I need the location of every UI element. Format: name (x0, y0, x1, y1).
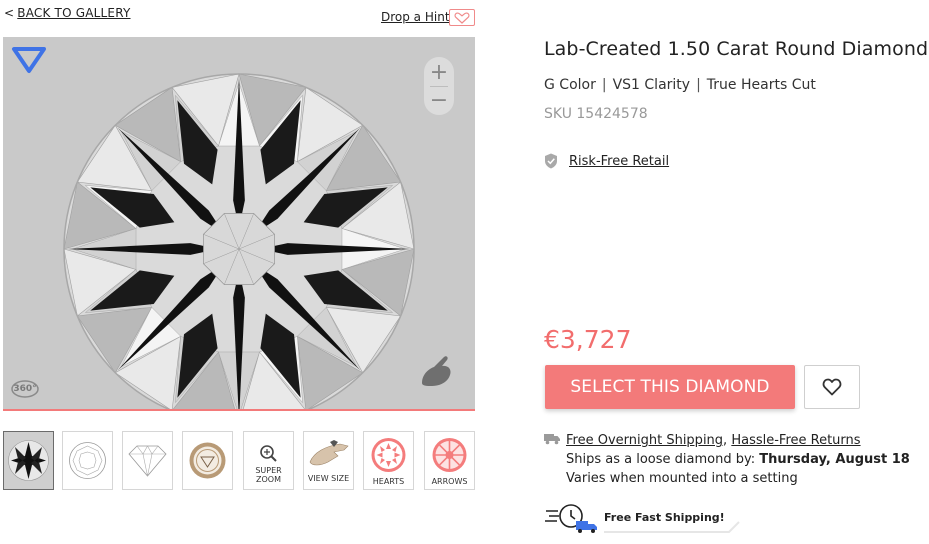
spin-360-icon[interactable]: 360° (9, 375, 41, 401)
product-title: Lab-Created 1.50 Carat Round Diamond (544, 38, 929, 60)
arrows-label: ARROWS (431, 477, 468, 486)
spec-separator: | (601, 77, 607, 93)
diamond-photo (3, 37, 475, 409)
thumb-arrows[interactable]: ARROWS (424, 431, 475, 490)
super-zoom-label-line2: ZOOM (256, 475, 281, 484)
diamond-thumbnail-icon (4, 432, 53, 489)
product-specs: G Color | VS1 Clarity | True Hearts Cut (544, 77, 816, 93)
heart-outline-icon (822, 378, 842, 396)
shipping-info: Free Overnight Shipping, Hassle-Free Ret… (544, 431, 910, 488)
ships-by-line: Ships as a loose diamond by: Thursday, A… (566, 450, 910, 469)
hearts-label: HEARTS (372, 477, 405, 486)
thumb-top-diagram[interactable] (62, 431, 113, 490)
select-diamond-button[interactable]: SELECT THIS DIAMOND (545, 365, 795, 409)
thumbnail-strip: SUPER ZOOM VIEW SIZE HEARTS ARROWS (3, 431, 475, 491)
heart-outline-icon (454, 11, 470, 24)
shipping-comma: , (723, 433, 728, 448)
ships-by-label: Ships as a loose diamond by: (566, 452, 760, 467)
chevron-left-icon: < (4, 6, 15, 20)
risk-free-retail: Risk-Free Retail (544, 153, 669, 169)
clarity-grade: VS1 Clarity (612, 77, 691, 93)
view-size-label: VIEW SIZE (307, 474, 350, 483)
hand-size-icon (309, 440, 349, 466)
zoom-out-button[interactable]: − (424, 86, 454, 114)
truck-icon (544, 434, 560, 445)
spec-separator: | (696, 77, 701, 93)
ships-by-date: Thursday, August 18 (759, 452, 910, 467)
diamond-image-viewer[interactable]: + − 360° (3, 37, 475, 411)
top-view-diagram-icon (69, 442, 106, 479)
shield-check-icon (545, 153, 557, 169)
shipping-links-line: Free Overnight Shipping, Hassle-Free Ret… (566, 431, 910, 450)
hearts-pattern-icon (371, 438, 406, 472)
thumb-face-up[interactable] (3, 431, 54, 490)
hassle-free-returns-link[interactable]: Hassle-Free Returns (731, 433, 860, 448)
profile-diagram-icon (128, 445, 167, 477)
thumb-view-size[interactable]: VIEW SIZE (303, 431, 354, 490)
sku-number: SKU 15424578 (544, 106, 648, 122)
cut-grade: True Hearts Cut (706, 77, 816, 93)
price: €3,727 (544, 325, 632, 354)
super-zoom-label-line1: SUPER (255, 466, 282, 475)
color-grade: G Color (544, 77, 596, 93)
hint-heart-button[interactable] (449, 9, 475, 26)
free-fast-shipping-label: Free Fast Shipping! (604, 511, 725, 524)
spin-360-label: 360° (13, 384, 36, 394)
zoom-control: + − (424, 57, 454, 115)
zoom-in-button[interactable]: + (424, 58, 454, 86)
thumb-certificate[interactable] (182, 431, 233, 490)
diamond-logo-icon (12, 47, 46, 73)
wishlist-button[interactable] (804, 365, 860, 409)
hand-icon[interactable] (418, 353, 458, 389)
mounted-note: Varies when mounted into a setting (566, 471, 798, 486)
free-fast-shipping-badge: Free Fast Shipping! (544, 502, 744, 534)
overnight-shipping-link[interactable]: Free Overnight Shipping (566, 433, 723, 448)
risk-free-retail-link[interactable]: Risk-Free Retail (569, 154, 669, 169)
certificate-seal-icon (189, 442, 226, 479)
arrows-pattern-icon (432, 438, 467, 472)
drop-a-hint-link[interactable]: Drop a Hint (381, 10, 450, 24)
back-to-gallery-link[interactable]: < BACK TO GALLERY (4, 6, 131, 20)
thumb-hearts[interactable]: HEARTS (363, 431, 414, 490)
thumb-super-zoom[interactable]: SUPER ZOOM (243, 431, 294, 490)
back-to-gallery-label: BACK TO GALLERY (17, 6, 131, 20)
thumb-profile-diagram[interactable] (122, 431, 173, 490)
